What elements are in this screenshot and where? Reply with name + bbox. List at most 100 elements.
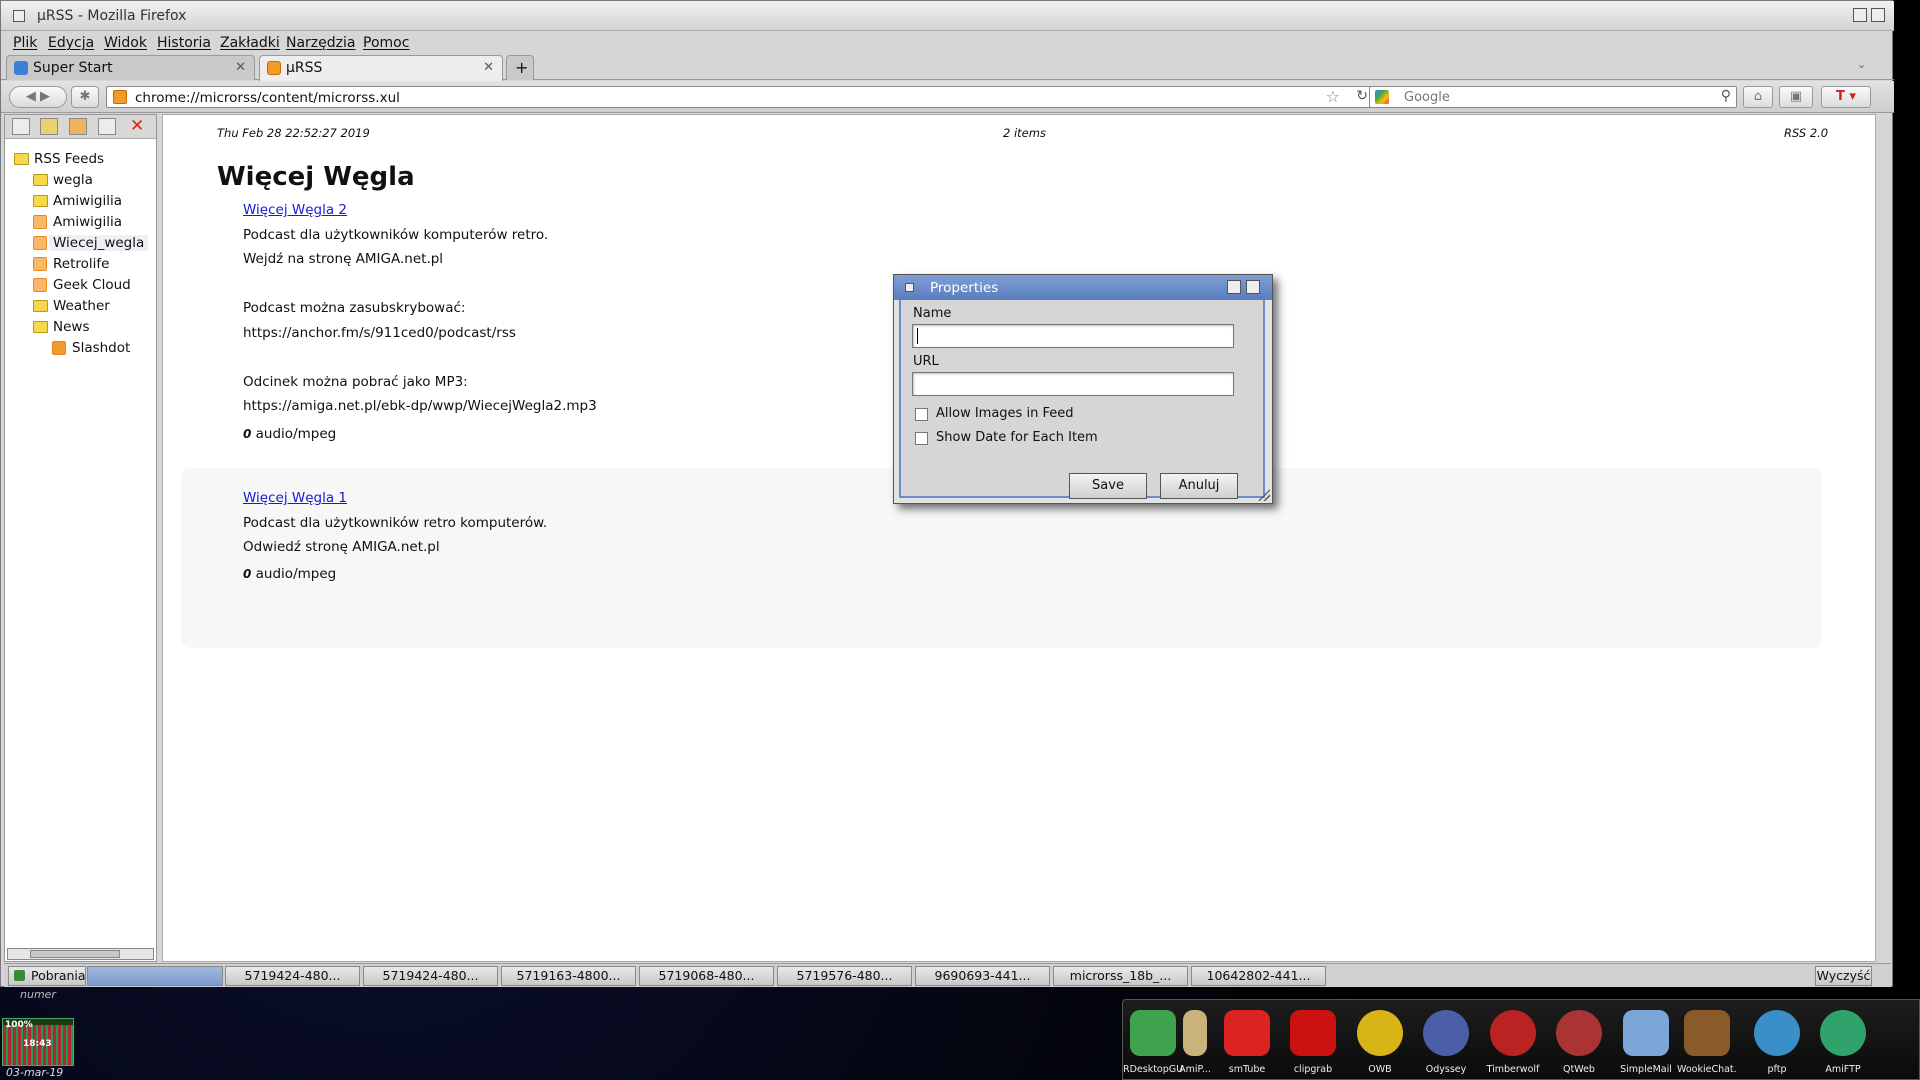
dock-wookiechat[interactable]: WookieChat... bbox=[1677, 1004, 1737, 1075]
download-item[interactable]: microrss_18b_... bbox=[1053, 966, 1188, 986]
search-input[interactable] bbox=[1404, 89, 1704, 105]
menu-historia[interactable]: Historia bbox=[157, 35, 211, 51]
url-bar[interactable]: chrome://microrss/content/microrss.xul ☆… bbox=[106, 86, 1373, 108]
menu-zakladki[interactable]: Zakładki bbox=[220, 35, 280, 51]
menu-narzedzia[interactable]: Narzędzia bbox=[286, 35, 355, 51]
rss-icon bbox=[33, 236, 47, 250]
dock-clipgrab[interactable]: clipgrab bbox=[1283, 1004, 1343, 1075]
resize-handle-icon[interactable] bbox=[1258, 489, 1270, 501]
close-tab-icon[interactable]: ✕ bbox=[483, 60, 494, 75]
download-item[interactable]: 5719576-480... bbox=[777, 966, 912, 986]
application-dock: RDesktopGUI AmiP... smTube clipgrab OWB … bbox=[1122, 999, 1920, 1080]
download-progress[interactable] bbox=[87, 966, 223, 986]
sidebar-horizontal-scrollbar[interactable] bbox=[7, 948, 154, 960]
download-item[interactable]: 5719163-4800... bbox=[501, 966, 636, 986]
simplemail-icon bbox=[1623, 1010, 1669, 1056]
dock-label: pftp bbox=[1767, 1064, 1787, 1075]
amiftp-icon bbox=[1820, 1010, 1866, 1056]
menu-widok[interactable]: Widok bbox=[104, 35, 147, 51]
download-item[interactable]: 10642802-441... bbox=[1191, 966, 1326, 986]
google-icon[interactable] bbox=[1375, 90, 1389, 104]
title-bar[interactable]: μRSS - Mozilla Firefox bbox=[1, 1, 1894, 31]
tab-list-icon[interactable]: ⌄ bbox=[1857, 58, 1866, 71]
download-item[interactable]: 5719424-480... bbox=[363, 966, 498, 986]
menu-edycja[interactable]: Edycja bbox=[48, 35, 94, 51]
dialog-body: Name URL Allow Images in Feed Show Date … bbox=[899, 300, 1265, 499]
dock-owb[interactable]: OWB bbox=[1350, 1004, 1410, 1075]
properties-icon[interactable] bbox=[12, 118, 30, 135]
enclosure[interactable]: 0 audio/mpeg bbox=[243, 426, 336, 442]
feed-format: RSS 2.0 bbox=[1784, 126, 1829, 140]
allow-images-checkbox[interactable] bbox=[915, 408, 928, 421]
dock-label: QtWeb bbox=[1563, 1064, 1595, 1075]
tree-root-label: RSS Feeds bbox=[34, 151, 105, 167]
attachment-icon: 0 bbox=[243, 567, 252, 581]
translate-icon[interactable]: T ▾ bbox=[1821, 86, 1871, 108]
menu-pomoc[interactable]: Pomoc bbox=[363, 35, 409, 51]
browser-window: μRSS - Mozilla Firefox Plik Edycja Widok… bbox=[0, 0, 1894, 987]
bookmarks-menu-icon[interactable]: ▣ bbox=[1779, 86, 1813, 108]
dock-label: AmiFTP bbox=[1825, 1064, 1861, 1075]
menu-bar: Plik Edycja Widok Historia Zakładki Narz… bbox=[1, 32, 1894, 54]
url-field[interactable] bbox=[912, 372, 1234, 396]
name-field[interactable] bbox=[912, 324, 1234, 348]
dock-odyssey[interactable]: Odyssey bbox=[1416, 1004, 1476, 1075]
dialog-close-icon[interactable] bbox=[905, 283, 914, 292]
new-folder-icon[interactable] bbox=[40, 118, 58, 135]
reload-icon[interactable]: ↻ bbox=[1356, 88, 1368, 104]
dock-simplemail[interactable]: SimpleMail bbox=[1616, 1004, 1676, 1075]
downloads-button[interactable]: Pobrania bbox=[8, 966, 86, 986]
close-gadget-icon[interactable] bbox=[13, 10, 25, 22]
search-magnifier-icon[interactable]: ⚲ bbox=[1721, 88, 1731, 104]
feed-date: Thu Feb 28 22:52:27 2019 bbox=[217, 126, 370, 140]
export-icon[interactable] bbox=[98, 118, 116, 135]
dock-amip[interactable]: AmiP... bbox=[1175, 1004, 1215, 1075]
clear-downloads-button[interactable]: Wyczyść bbox=[1815, 966, 1872, 986]
dock-pftp[interactable]: pftp bbox=[1747, 1004, 1807, 1075]
dock-smtube[interactable]: smTube bbox=[1217, 1004, 1277, 1075]
show-date-checkbox[interactable] bbox=[915, 432, 928, 445]
dock-timberwolf[interactable]: Timberwolf bbox=[1483, 1004, 1543, 1075]
item-text: Wejdź na stronę AMIGA.net.pl bbox=[243, 251, 444, 267]
zoom-gadget-icon[interactable] bbox=[1853, 8, 1867, 22]
new-feed-icon[interactable] bbox=[69, 118, 87, 135]
scrollbar-thumb[interactable] bbox=[30, 950, 120, 958]
dock-amiftp[interactable]: AmiFTP bbox=[1813, 1004, 1873, 1075]
new-tab-button[interactable]: + bbox=[506, 55, 534, 80]
dock-rdesktopgui[interactable]: RDesktopGUI bbox=[1123, 1004, 1183, 1075]
url-text[interactable]: chrome://microrss/content/microrss.xul bbox=[135, 90, 400, 106]
item-text: https://amiga.net.pl/ebk-dp/wwp/WiecejWe… bbox=[243, 398, 597, 414]
dock-qtweb[interactable]: QtWeb bbox=[1549, 1004, 1609, 1075]
depth-gadget-icon[interactable] bbox=[1871, 8, 1885, 22]
item-title-link[interactable]: Więcej Węgla 1 bbox=[243, 490, 347, 506]
item-title-link[interactable]: Więcej Węgla 2 bbox=[243, 202, 347, 218]
download-item[interactable]: 5719424-480... bbox=[225, 966, 360, 986]
reload-site-icon[interactable]: ✱ bbox=[71, 86, 99, 108]
dialog-depth-icon[interactable] bbox=[1246, 280, 1260, 294]
downloads-icon bbox=[14, 970, 25, 981]
wookiechat-icon bbox=[1684, 1010, 1730, 1056]
menu-plik[interactable]: Plik bbox=[13, 35, 37, 51]
tab-microrss[interactable]: μRSS ✕ bbox=[259, 55, 503, 81]
download-item[interactable]: 5719068-480... bbox=[639, 966, 774, 986]
tree-item-label: Slashdot bbox=[72, 340, 131, 356]
tab-super-start[interactable]: Super Start ✕ bbox=[6, 55, 255, 80]
dialog-title-bar[interactable]: Properties bbox=[894, 275, 1272, 300]
enclosure[interactable]: 0 audio/mpeg bbox=[243, 566, 336, 582]
dock-label: OWB bbox=[1368, 1064, 1392, 1075]
close-tab-icon[interactable]: ✕ bbox=[235, 60, 246, 75]
tab-label: μRSS bbox=[286, 60, 323, 76]
tab-label: Super Start bbox=[33, 60, 113, 76]
odyssey-icon bbox=[1423, 1010, 1469, 1056]
bookmark-star-icon[interactable]: ☆ bbox=[1326, 87, 1340, 106]
back-forward-buttons[interactable]: ◀ ▶ bbox=[9, 86, 67, 108]
download-item[interactable]: 9690693-441... bbox=[915, 966, 1050, 986]
window-title: μRSS - Mozilla Firefox bbox=[37, 8, 187, 24]
home-icon[interactable]: ⌂ bbox=[1743, 86, 1773, 108]
dialog-zoom-icon[interactable] bbox=[1227, 280, 1241, 294]
cancel-button[interactable]: Anuluj bbox=[1160, 473, 1238, 499]
dock-label: WookieChat... bbox=[1677, 1064, 1737, 1075]
save-button[interactable]: Save bbox=[1069, 473, 1147, 499]
search-box[interactable]: ⚲ bbox=[1369, 86, 1737, 108]
delete-icon[interactable]: ✕ bbox=[130, 116, 144, 136]
